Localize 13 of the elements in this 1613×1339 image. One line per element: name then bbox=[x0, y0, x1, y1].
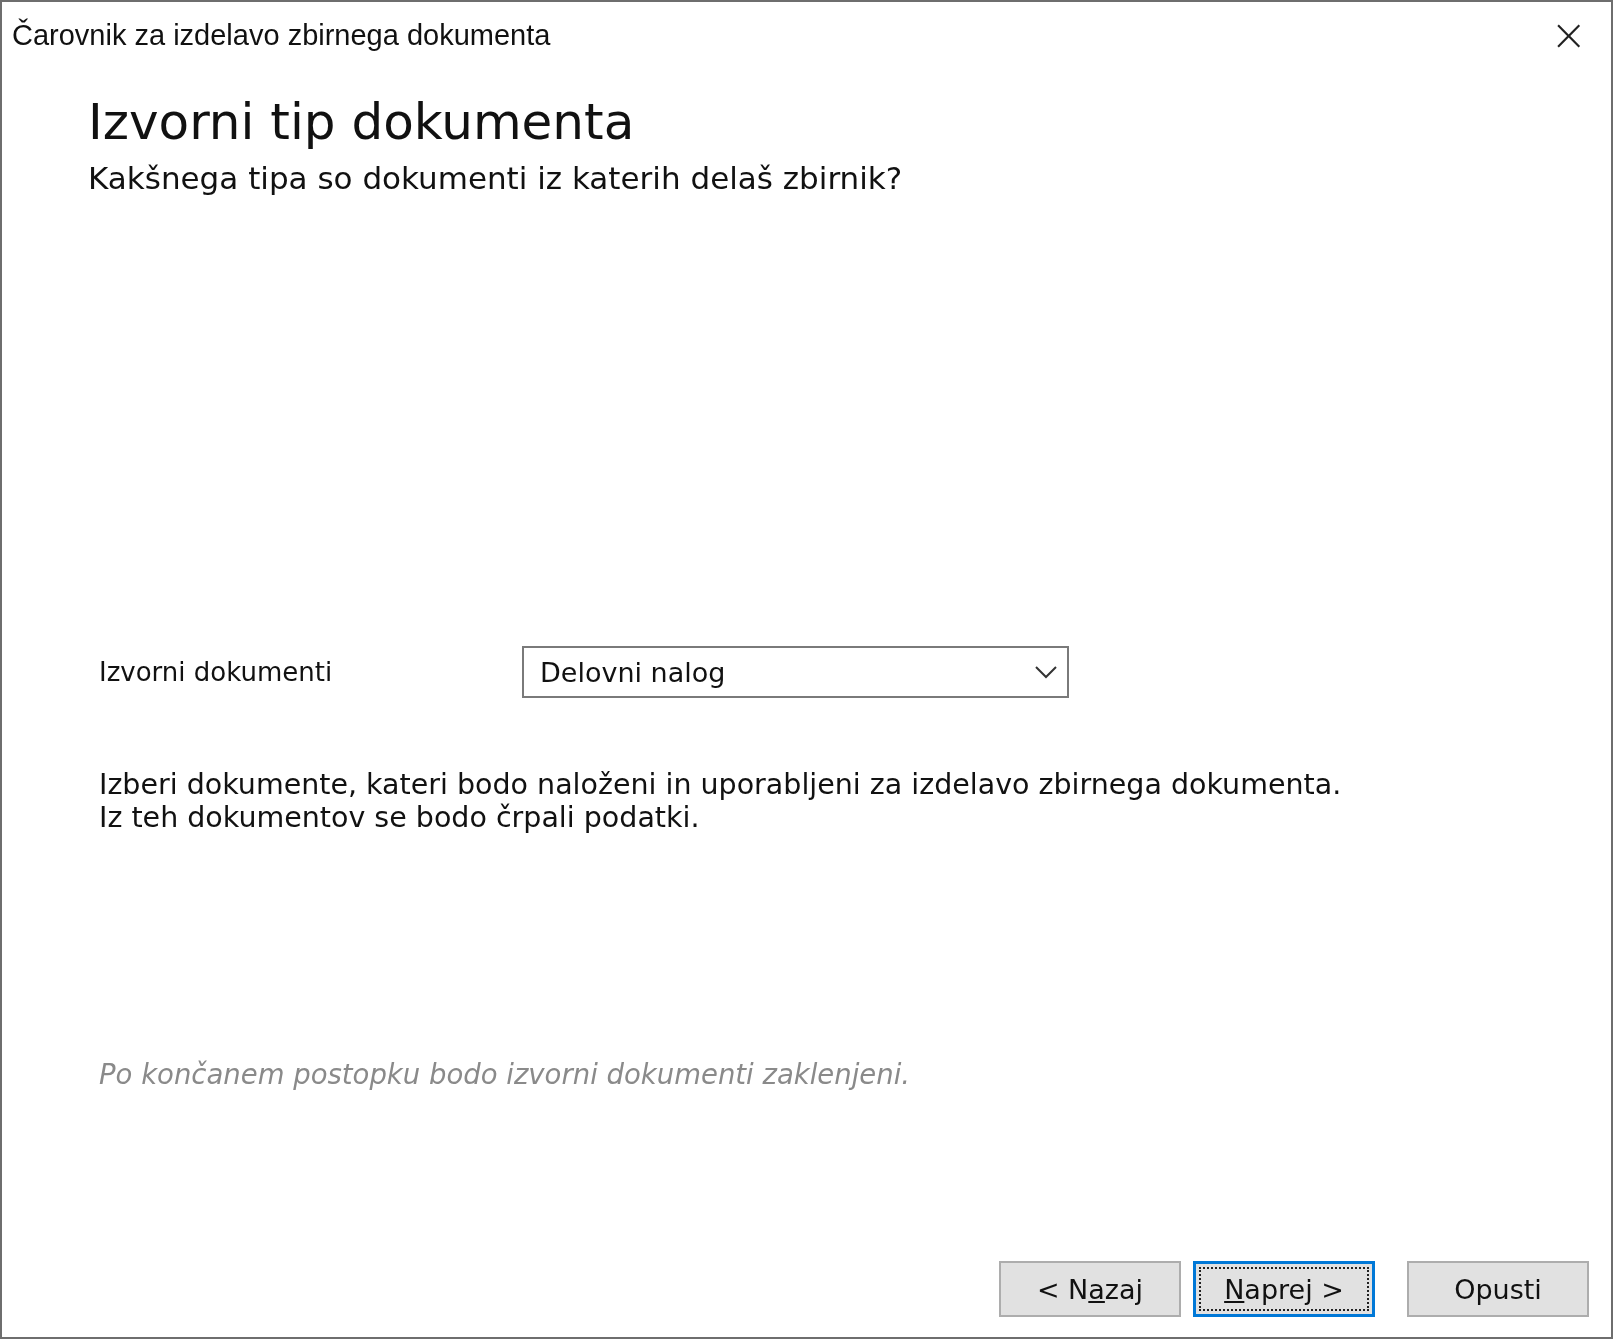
window-title: Čarovnik za izdelavo zbirnega dokumenta bbox=[12, 18, 551, 52]
description-text: Izberi dokumente, kateri bodo naloženi in uporabljeni za izdelavo zbirnega dokumenta. bbox=[99, 768, 1343, 801]
document-type-dropdown[interactable]: Delovni nalog bbox=[522, 646, 1069, 698]
wizard-button[interactable]: Naprej > bbox=[1193, 1261, 1375, 1317]
close-button[interactable]: × bbox=[1540, 13, 1597, 57]
field-label: Izvorni dokumenti bbox=[99, 657, 334, 687]
page-heading: Izvorni tip dokumenta bbox=[88, 92, 636, 152]
description-text: Iz teh dokumentov se bodo črpali podatki. bbox=[99, 801, 701, 834]
page-subheading: Kakšnega tipa so dokumenti iz katerih delaš zbirnik? bbox=[88, 160, 904, 196]
wizard-button[interactable]: < Nazaj bbox=[999, 1261, 1181, 1317]
note-text: Po končanem postopku bodo izvorni dokumenti zaklenjeni. bbox=[99, 1058, 912, 1090]
chevron-down-icon bbox=[1035, 665, 1057, 679]
wizard-button[interactable]: Opusti bbox=[1407, 1261, 1589, 1317]
